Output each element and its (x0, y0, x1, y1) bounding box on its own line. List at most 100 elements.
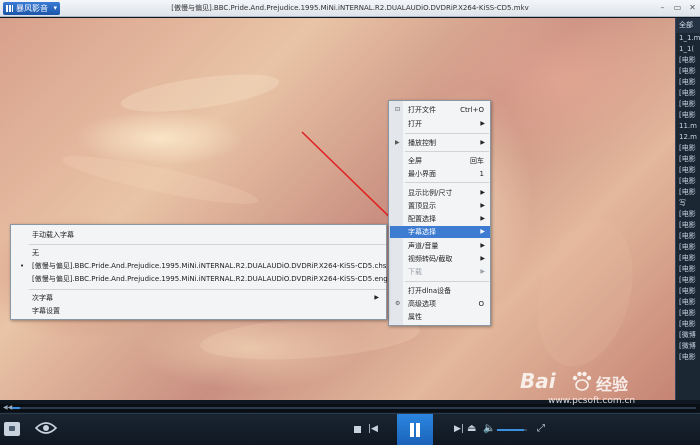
submenu-arrow-icon: ▶ (480, 120, 485, 127)
menu-item-label: 高级选项 (408, 300, 436, 308)
window-title: [傲慢与偏见].BBC.Pride.And.Prejudice.1995.MiN… (171, 4, 529, 12)
menu-item-shortcut: 回车 (470, 157, 484, 165)
close-button[interactable]: ✕ (687, 2, 698, 13)
playlist-item[interactable]: [电影 (676, 176, 700, 187)
playlist-item[interactable]: [电影 (676, 264, 700, 275)
playlist-item[interactable]: 1_1.m (676, 33, 700, 44)
context-menu-item[interactable]: 全屏 回车 (390, 155, 490, 167)
context-menu: ⊡ 打开文件 Ctrl+O 打开 ▶ ▶ 播放控制 ▶ 全屏 回车 最小界面 1 显示比例/尺寸 ▶ 置顶显… (388, 100, 491, 326)
menu-item-shortcut: O (478, 300, 484, 308)
submenu-arrow-icon: ▶ (480, 215, 485, 222)
playlist-item[interactable]: [电影 (676, 77, 700, 88)
title-bar: 暴风影音 ▾ [傲慢与偏见].BBC.Pride.And.Prejudice.1… (0, 0, 700, 17)
playlist-item[interactable]: [电影 (676, 253, 700, 264)
playlist-item[interactable]: [电影 (676, 55, 700, 66)
context-menu-item[interactable]: 属性 (390, 311, 490, 323)
playlist-item[interactable]: [微博 (676, 330, 700, 341)
minimize-button[interactable]: – (657, 2, 668, 13)
playlist-item[interactable]: [电影 (676, 220, 700, 231)
context-menu-item[interactable]: 显示比例/尺寸 ▶ (390, 187, 490, 199)
playlist-item[interactable]: [电影 (676, 308, 700, 319)
playlist-item[interactable]: [电影 (676, 154, 700, 165)
context-menu-item[interactable]: 置顶显示 ▶ (390, 200, 490, 212)
submenu-arrow-icon: ▶ (480, 139, 485, 146)
eject-icon[interactable]: ⏏ (467, 423, 476, 435)
subtitle-submenu: 手动载入字幕 无 • [傲慢与偏见].BBC.Pride.And.Prejudi… (10, 224, 388, 320)
playlist-item[interactable]: [电影 (676, 242, 700, 253)
playlist-header[interactable]: 全部 (676, 18, 700, 33)
playlist-item[interactable]: [电影 (676, 352, 700, 363)
fullscreen-icon[interactable]: ⤢ (537, 423, 545, 435)
menu-item-label: 字幕选择 (408, 228, 436, 236)
playlist-item[interactable]: 12.m (676, 132, 700, 143)
playlist-item[interactable]: [电影 (676, 99, 700, 110)
menu-divider (405, 182, 489, 183)
context-menu-item[interactable]: 下载 ▶ (390, 266, 490, 278)
subtitle-settings-item[interactable]: 字幕设置 (12, 305, 385, 317)
menu-item-icon: ⊡ (395, 106, 401, 113)
playlist-item[interactable]: [电影 (676, 110, 700, 121)
control-bar: |◀ ▶| ⏏ 🔈 ⤢ (0, 413, 700, 445)
playlist-item[interactable]: 11.m (676, 121, 700, 132)
previous-button[interactable]: |◀ (368, 424, 378, 434)
playlist-item[interactable]: [电影 (676, 143, 700, 154)
eye-icon-svg (34, 422, 58, 434)
stop-button[interactable] (354, 426, 361, 433)
watermark-url: www.pcsoft.com.cn (548, 396, 636, 406)
playlist-item[interactable]: [电影 (676, 275, 700, 286)
context-menu-item[interactable]: ⊡ 打开文件 Ctrl+O (390, 104, 490, 116)
playlist-item[interactable]: [电影 (676, 187, 700, 198)
playlist-group-header[interactable]: 写 (676, 198, 700, 209)
context-menu-item[interactable]: 字幕选择 ▶ (390, 226, 490, 238)
menu-item-label: 全屏 (408, 157, 422, 165)
context-menu-item[interactable]: 声道/音量 ▶ (390, 240, 490, 252)
context-menu-item[interactable]: 配置选择 ▶ (390, 213, 490, 225)
context-menu-item[interactable]: 视频转码/截取 ▶ (390, 253, 490, 265)
context-menu-item[interactable]: 最小界面 1 (390, 168, 490, 180)
playlist-item[interactable]: [电影 (676, 209, 700, 220)
playlist-item[interactable]: [电影 (676, 88, 700, 99)
submenu-arrow-icon: ▶ (480, 268, 485, 275)
playlist-item[interactable]: [电影 (676, 165, 700, 176)
rewind-icon[interactable]: ◀◀ (3, 404, 12, 412)
playlist-item[interactable]: [电影 (676, 231, 700, 242)
menu-item-label: 置顶显示 (408, 202, 436, 210)
playlist-item[interactable]: [电影 (676, 286, 700, 297)
pause-button[interactable] (397, 414, 433, 445)
playlist-item[interactable]: 1_1( (676, 44, 700, 55)
eye-icon[interactable] (34, 421, 58, 435)
menu-item-label: 打开文件 (408, 106, 436, 114)
playlist-panel[interactable]: 全部 1_1.m 1_1([电影 [电影 [电影 [电影 [电影 [电影 11.m 12.m [电… (675, 18, 700, 400)
submenu-arrow-icon: ▶ (480, 189, 485, 196)
context-menu-item[interactable]: ▶ 播放控制 ▶ (390, 137, 490, 149)
playlist-item[interactable]: [微博 (676, 341, 700, 352)
menu-item-shortcut: Ctrl+O (460, 106, 484, 114)
menu-item-label: 手动载入字幕 (32, 231, 74, 239)
context-menu-item[interactable]: ⚙ 高级选项 O (390, 298, 490, 310)
submenu-arrow-icon: ▶ (480, 242, 485, 249)
volume-icon[interactable]: 🔈 (483, 423, 495, 435)
subtitle-file-chs-item[interactable]: • [傲慢与偏见].BBC.Pride.And.Prejudice.1995.M… (12, 260, 386, 272)
menu-item-label: 属性 (408, 313, 422, 321)
menu-divider (405, 151, 489, 152)
menu-item-label: 打开 (408, 120, 422, 128)
restore-button[interactable]: ▭ (672, 2, 683, 13)
playlist-item[interactable]: [电影 (676, 297, 700, 308)
secondary-subtitle-item[interactable]: 次字幕 ▶ (12, 292, 385, 304)
video-texture (118, 67, 282, 119)
next-button[interactable]: ▶| (454, 424, 464, 434)
volume-slider[interactable] (497, 429, 527, 431)
menu-item-label: 配置选择 (408, 215, 436, 223)
playlist-item[interactable]: [电影 (676, 66, 700, 77)
menu-item-label: 视频转码/截取 (408, 255, 453, 263)
context-menu-item[interactable]: 打开dlna设备 (390, 285, 490, 297)
paw-icon (572, 371, 592, 391)
toolbox-icon[interactable] (4, 422, 20, 436)
context-menu-item[interactable]: 打开 ▶ (390, 118, 490, 130)
playlist-item[interactable]: [电影 (676, 319, 700, 330)
menu-item-label: 打开dlna设备 (408, 287, 452, 295)
subtitle-file-eng-item[interactable]: [傲慢与偏见].BBC.Pride.And.Prejudice.1995.MiN… (12, 273, 388, 285)
menu-item-label: 字幕设置 (32, 307, 60, 315)
subtitle-none-item[interactable]: 无 (12, 247, 385, 259)
manual-load-subtitle-item[interactable]: 手动载入字幕 (12, 229, 385, 241)
